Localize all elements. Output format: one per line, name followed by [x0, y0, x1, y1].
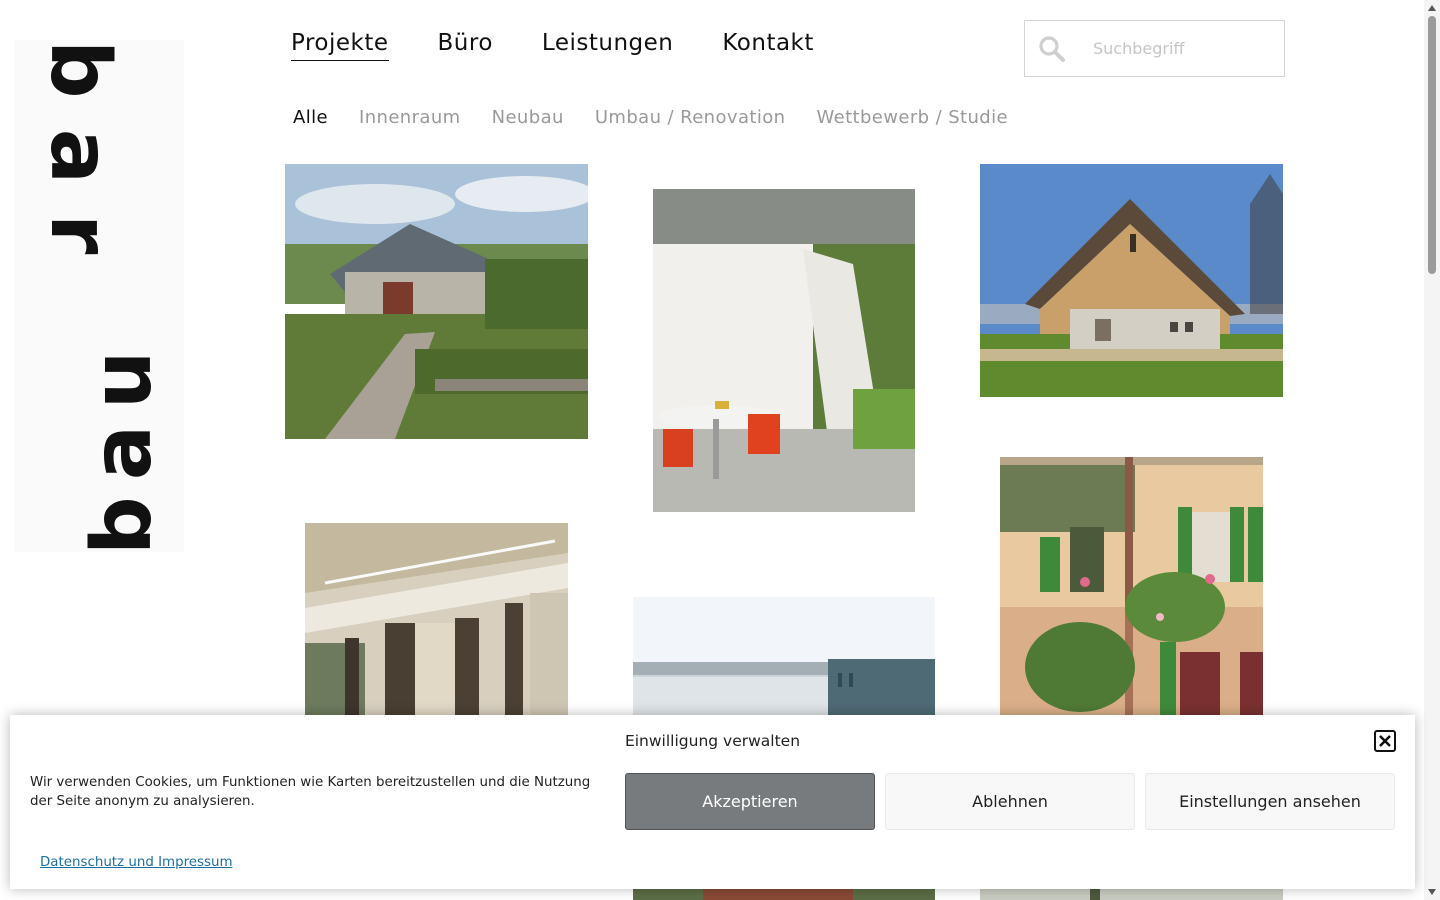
project-tile-row3-middle[interactable]: [633, 888, 935, 900]
filter-alle[interactable]: Alle: [293, 107, 328, 128]
project-tile-interior[interactable]: [305, 523, 568, 723]
project-image-historic-facade: [1000, 457, 1263, 723]
logo-text-bar[interactable]: bar: [32, 40, 127, 284]
project-tile-row3-right[interactable]: [980, 888, 1283, 900]
page-scrollbar[interactable]: [1424, 0, 1440, 900]
privacy-imprint-link[interactable]: Datenschutz und Impressum: [40, 855, 233, 870]
accept-button[interactable]: Akzeptieren: [625, 773, 875, 830]
view-settings-button[interactable]: Einstellungen ansehen: [1145, 773, 1395, 830]
filter-neubau[interactable]: Neubau: [492, 107, 564, 128]
nav-item-projekte[interactable]: Projekte: [291, 30, 389, 61]
project-image-interior: [305, 523, 568, 723]
nav-item-kontakt[interactable]: Kontakt: [722, 30, 814, 61]
scroll-down-arrow-icon[interactable]: [1428, 889, 1436, 895]
project-image-wooden-house: [980, 164, 1283, 397]
project-image-garden-house: [285, 164, 588, 439]
scrollbar-thumb[interactable]: [1428, 16, 1436, 274]
project-tile-terrace[interactable]: [653, 189, 915, 512]
filter-innenraum[interactable]: Innenraum: [359, 107, 461, 128]
deny-button[interactable]: Ablehnen: [885, 773, 1135, 830]
cookie-consent-banner: Einwilligung verwalten Wir verwenden Coo…: [10, 715, 1415, 889]
search-icon[interactable]: [1025, 21, 1079, 76]
category-filter: Alle Innenraum Neubau Umbau / Renovation…: [293, 107, 1008, 128]
cookie-banner-title: Einwilligung verwalten: [624, 732, 801, 750]
project-tile-wooden-house[interactable]: [980, 164, 1283, 397]
project-tile-garden-house[interactable]: [285, 164, 588, 439]
filter-umbau-renovation[interactable]: Umbau / Renovation: [595, 107, 786, 128]
search-input[interactable]: [1093, 39, 1283, 58]
project-tile-lake-building[interactable]: [633, 597, 935, 723]
nav-item-buero[interactable]: Büro: [438, 30, 493, 61]
scroll-up-arrow-icon[interactable]: [1428, 5, 1436, 11]
logo-text-bau[interactable]: bau: [75, 335, 170, 555]
project-tile-historic-facade[interactable]: [1000, 457, 1263, 723]
nav-item-leistungen[interactable]: Leistungen: [542, 30, 673, 61]
search-box: [1024, 20, 1285, 77]
main-nav: Projekte Büro Leistungen Kontakt: [291, 30, 814, 61]
project-image-row3-middle: [633, 888, 935, 900]
project-image-row3-right: [980, 888, 1283, 900]
close-icon[interactable]: [1374, 730, 1396, 752]
cookie-banner-text: Wir verwenden Cookies, um Funktionen wie…: [30, 775, 591, 809]
project-image-lake-building: [633, 597, 935, 723]
filter-wettbewerb-studie[interactable]: Wettbewerb / Studie: [816, 107, 1008, 128]
project-image-terrace: [653, 189, 915, 512]
